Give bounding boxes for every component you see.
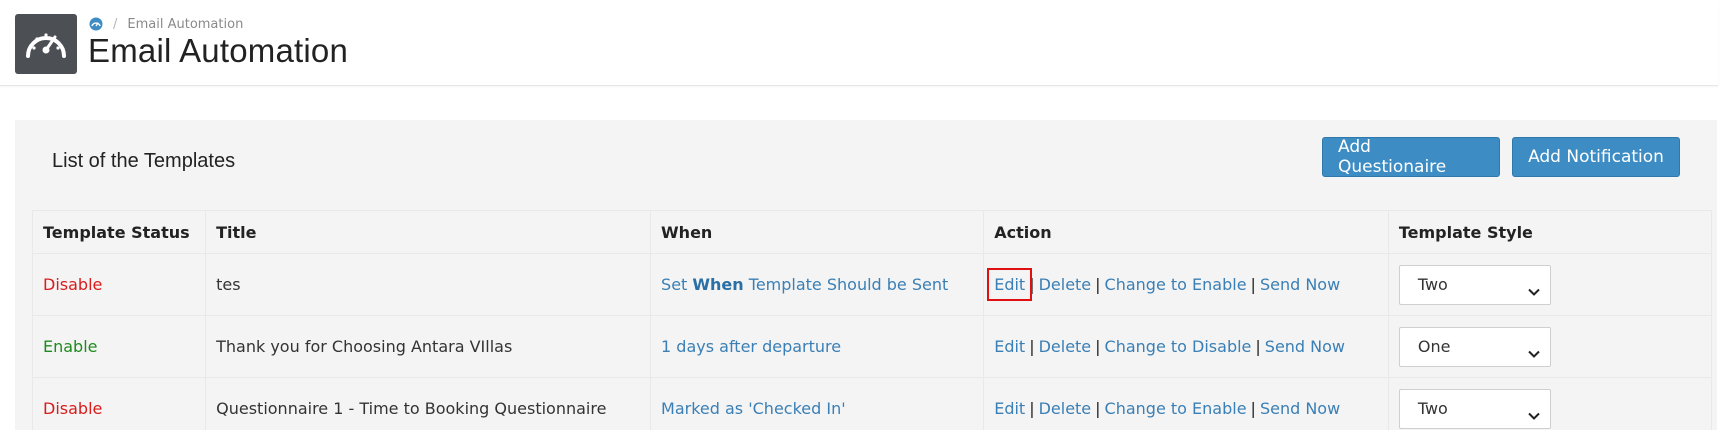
templates-table-wrap: Template Status Title When Action Templa… [31, 210, 1713, 430]
when-cell: 1 days after departure [650, 315, 985, 378]
pipe-separator: | [1250, 399, 1256, 418]
add-questionaire-button[interactable]: Add Questionaire [1322, 137, 1500, 177]
add-notification-button[interactable]: Add Notification [1512, 137, 1680, 177]
when-prefix: Set [661, 275, 693, 294]
breadcrumb-separator: / [113, 16, 118, 32]
style-cell: One [1387, 315, 1713, 378]
when-link[interactable]: 1 days after departure [661, 337, 841, 356]
style-cell: Two [1387, 253, 1713, 316]
when-cell: Set When Template Should be Sent [650, 253, 985, 316]
title-cell: tes [205, 253, 652, 316]
change-status-link[interactable]: Change to Disable [1105, 337, 1252, 356]
title-cell: Questionnaire 1 - Time to Booking Questi… [205, 377, 652, 430]
chevron-down-icon [1528, 405, 1540, 420]
table-row: Disable Questionnaire 1 - Time to Bookin… [31, 377, 1713, 430]
status-cell: Disable [31, 253, 207, 316]
status-cell: Disable [31, 377, 207, 430]
header-title: Title [205, 210, 652, 254]
delete-link[interactable]: Delete [1039, 275, 1092, 294]
dashboard-home-icon[interactable] [89, 17, 103, 31]
send-now-link[interactable]: Send Now [1260, 399, 1340, 418]
set-when-link[interactable]: Set When Template Should be Sent [661, 275, 948, 294]
action-cell: Edit | Delete | Change to Enable | Send Now [983, 377, 1389, 430]
panel-title: List of the Templates [52, 150, 236, 172]
header-action: Action [983, 210, 1389, 254]
header-template-status: Template Status [31, 210, 207, 254]
when-bold: When [692, 275, 744, 294]
page-header: / Email Automation Email Automation [0, 0, 1718, 86]
pipe-separator: | [1095, 275, 1101, 294]
title-cell: Thank you for Choosing Antara VIllas [205, 315, 652, 378]
pipe-separator: | [1095, 399, 1101, 418]
template-style-select[interactable]: One [1398, 326, 1551, 367]
status-cell: Enable [31, 315, 207, 378]
table-row: Enable Thank you for Choosing Antara VIl… [31, 315, 1713, 378]
template-style-value: One [1417, 337, 1451, 356]
template-style-value: Two [1417, 399, 1448, 418]
templates-table: Template Status Title When Action Templa… [31, 210, 1713, 430]
template-style-select[interactable]: Two [1398, 388, 1551, 429]
delete-link[interactable]: Delete [1039, 337, 1092, 356]
header-when: When [650, 210, 985, 254]
page-title: Email Automation [88, 32, 348, 69]
edit-link[interactable]: Edit [994, 399, 1025, 418]
template-style-value: Two [1417, 275, 1448, 294]
pipe-separator: | [1029, 275, 1035, 294]
delete-link[interactable]: Delete [1039, 399, 1092, 418]
when-link[interactable]: Marked as 'Checked In' [661, 399, 846, 418]
chevron-down-icon [1528, 281, 1540, 296]
table-row: Disable tes Set When Template Should be … [31, 253, 1713, 316]
table-header-row: Template Status Title When Action Templa… [31, 210, 1713, 254]
pipe-separator: | [1029, 399, 1035, 418]
pipe-separator: | [1250, 275, 1256, 294]
change-status-link[interactable]: Change to Enable [1105, 399, 1247, 418]
action-cell: Edit | Delete | Change to Enable | Send Now [983, 253, 1389, 316]
chevron-down-icon [1528, 343, 1540, 358]
dashboard-gauge-icon [15, 14, 77, 74]
header-template-style: Template Style [1387, 210, 1713, 254]
template-style-select[interactable]: Two [1398, 264, 1551, 305]
action-cell: Edit | Delete | Change to Disable | Send Now [983, 315, 1389, 378]
pipe-separator: | [1029, 337, 1035, 356]
breadcrumb: / Email Automation [89, 15, 243, 33]
change-status-link[interactable]: Change to Enable [1105, 275, 1247, 294]
pipe-separator: | [1095, 337, 1101, 356]
send-now-link[interactable]: Send Now [1260, 275, 1340, 294]
pipe-separator: | [1255, 337, 1261, 356]
style-cell: Two [1387, 377, 1713, 430]
edit-link[interactable]: Edit [987, 268, 1033, 301]
when-suffix: Template Should be Sent [743, 275, 949, 294]
breadcrumb-current: Email Automation [127, 16, 244, 32]
edit-link[interactable]: Edit [994, 337, 1025, 356]
send-now-link[interactable]: Send Now [1265, 337, 1345, 356]
when-cell: Marked as 'Checked In' [650, 377, 985, 430]
